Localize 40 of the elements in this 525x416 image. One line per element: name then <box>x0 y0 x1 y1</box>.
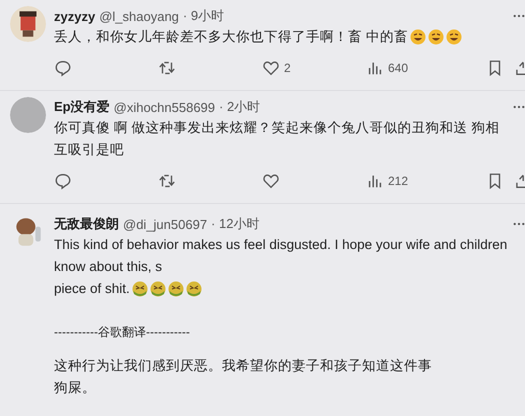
translation-text: 这种行为让我们感到厌恶。我希望你的妻子和孩子知道这件事 <box>54 357 433 375</box>
sick-emoji-icon <box>150 281 166 297</box>
sick-emoji-icon <box>186 281 202 297</box>
repost-icon[interactable] <box>158 172 176 190</box>
display-name[interactable]: zyzyzy <box>54 8 96 24</box>
display-name[interactable]: 无敌最俊朗 <box>54 215 119 233</box>
repost-icon[interactable] <box>158 59 176 77</box>
more-icon[interactable] <box>513 222 525 226</box>
sick-emoji-icon <box>132 281 148 297</box>
laughing-emoji-icon <box>428 29 444 45</box>
user-handle[interactable]: @di_jun50697 <box>123 216 208 232</box>
reply-text: This kind of behavior makes us feel disgusted. I hope your wife and children <box>54 236 508 254</box>
like-count: 2 <box>284 61 291 75</box>
user-handle[interactable]: @xihochn558699 <box>114 100 216 114</box>
display-name[interactable]: Ep没有爱 <box>54 98 110 116</box>
translation-header: -----------谷歌翻译----------- <box>54 324 191 341</box>
reply-icon[interactable] <box>54 172 72 190</box>
reply-text: know about this, s <box>54 258 162 276</box>
heart-icon[interactable] <box>262 59 280 77</box>
share-icon[interactable] <box>516 172 525 190</box>
user-handle[interactable]: @l_shaoyang <box>99 8 179 24</box>
translation-text: 狗屎。 <box>54 379 97 397</box>
laughing-emoji-icon <box>446 29 462 45</box>
reply-text: 丢人，和你女儿年龄差不多大你也下得了手啊！畜 中的畜 <box>54 28 408 46</box>
sick-emoji-icon <box>168 281 184 297</box>
more-icon[interactable] <box>513 14 525 18</box>
reply-text: 你可真傻 啊 做这种事发出来炫耀？笑起来像个兔八哥似的丑狗和送 狗相 <box>54 119 500 137</box>
heart-icon[interactable] <box>262 172 280 190</box>
more-icon[interactable] <box>513 105 525 109</box>
laughing-emoji-icon <box>410 29 426 45</box>
reply-text: 互吸引是吧 <box>54 141 124 159</box>
post-time: · 12小时 <box>211 215 260 233</box>
reply-icon[interactable] <box>54 59 72 77</box>
view-count: 212 <box>388 174 408 188</box>
post-time: · 9小时 <box>182 7 224 25</box>
avatar[interactable] <box>10 6 46 42</box>
share-icon[interactable] <box>516 59 525 77</box>
view-count: 640 <box>388 61 408 75</box>
post-time: · 2小时 <box>219 98 260 116</box>
reply-text: piece of shit. <box>54 280 130 298</box>
